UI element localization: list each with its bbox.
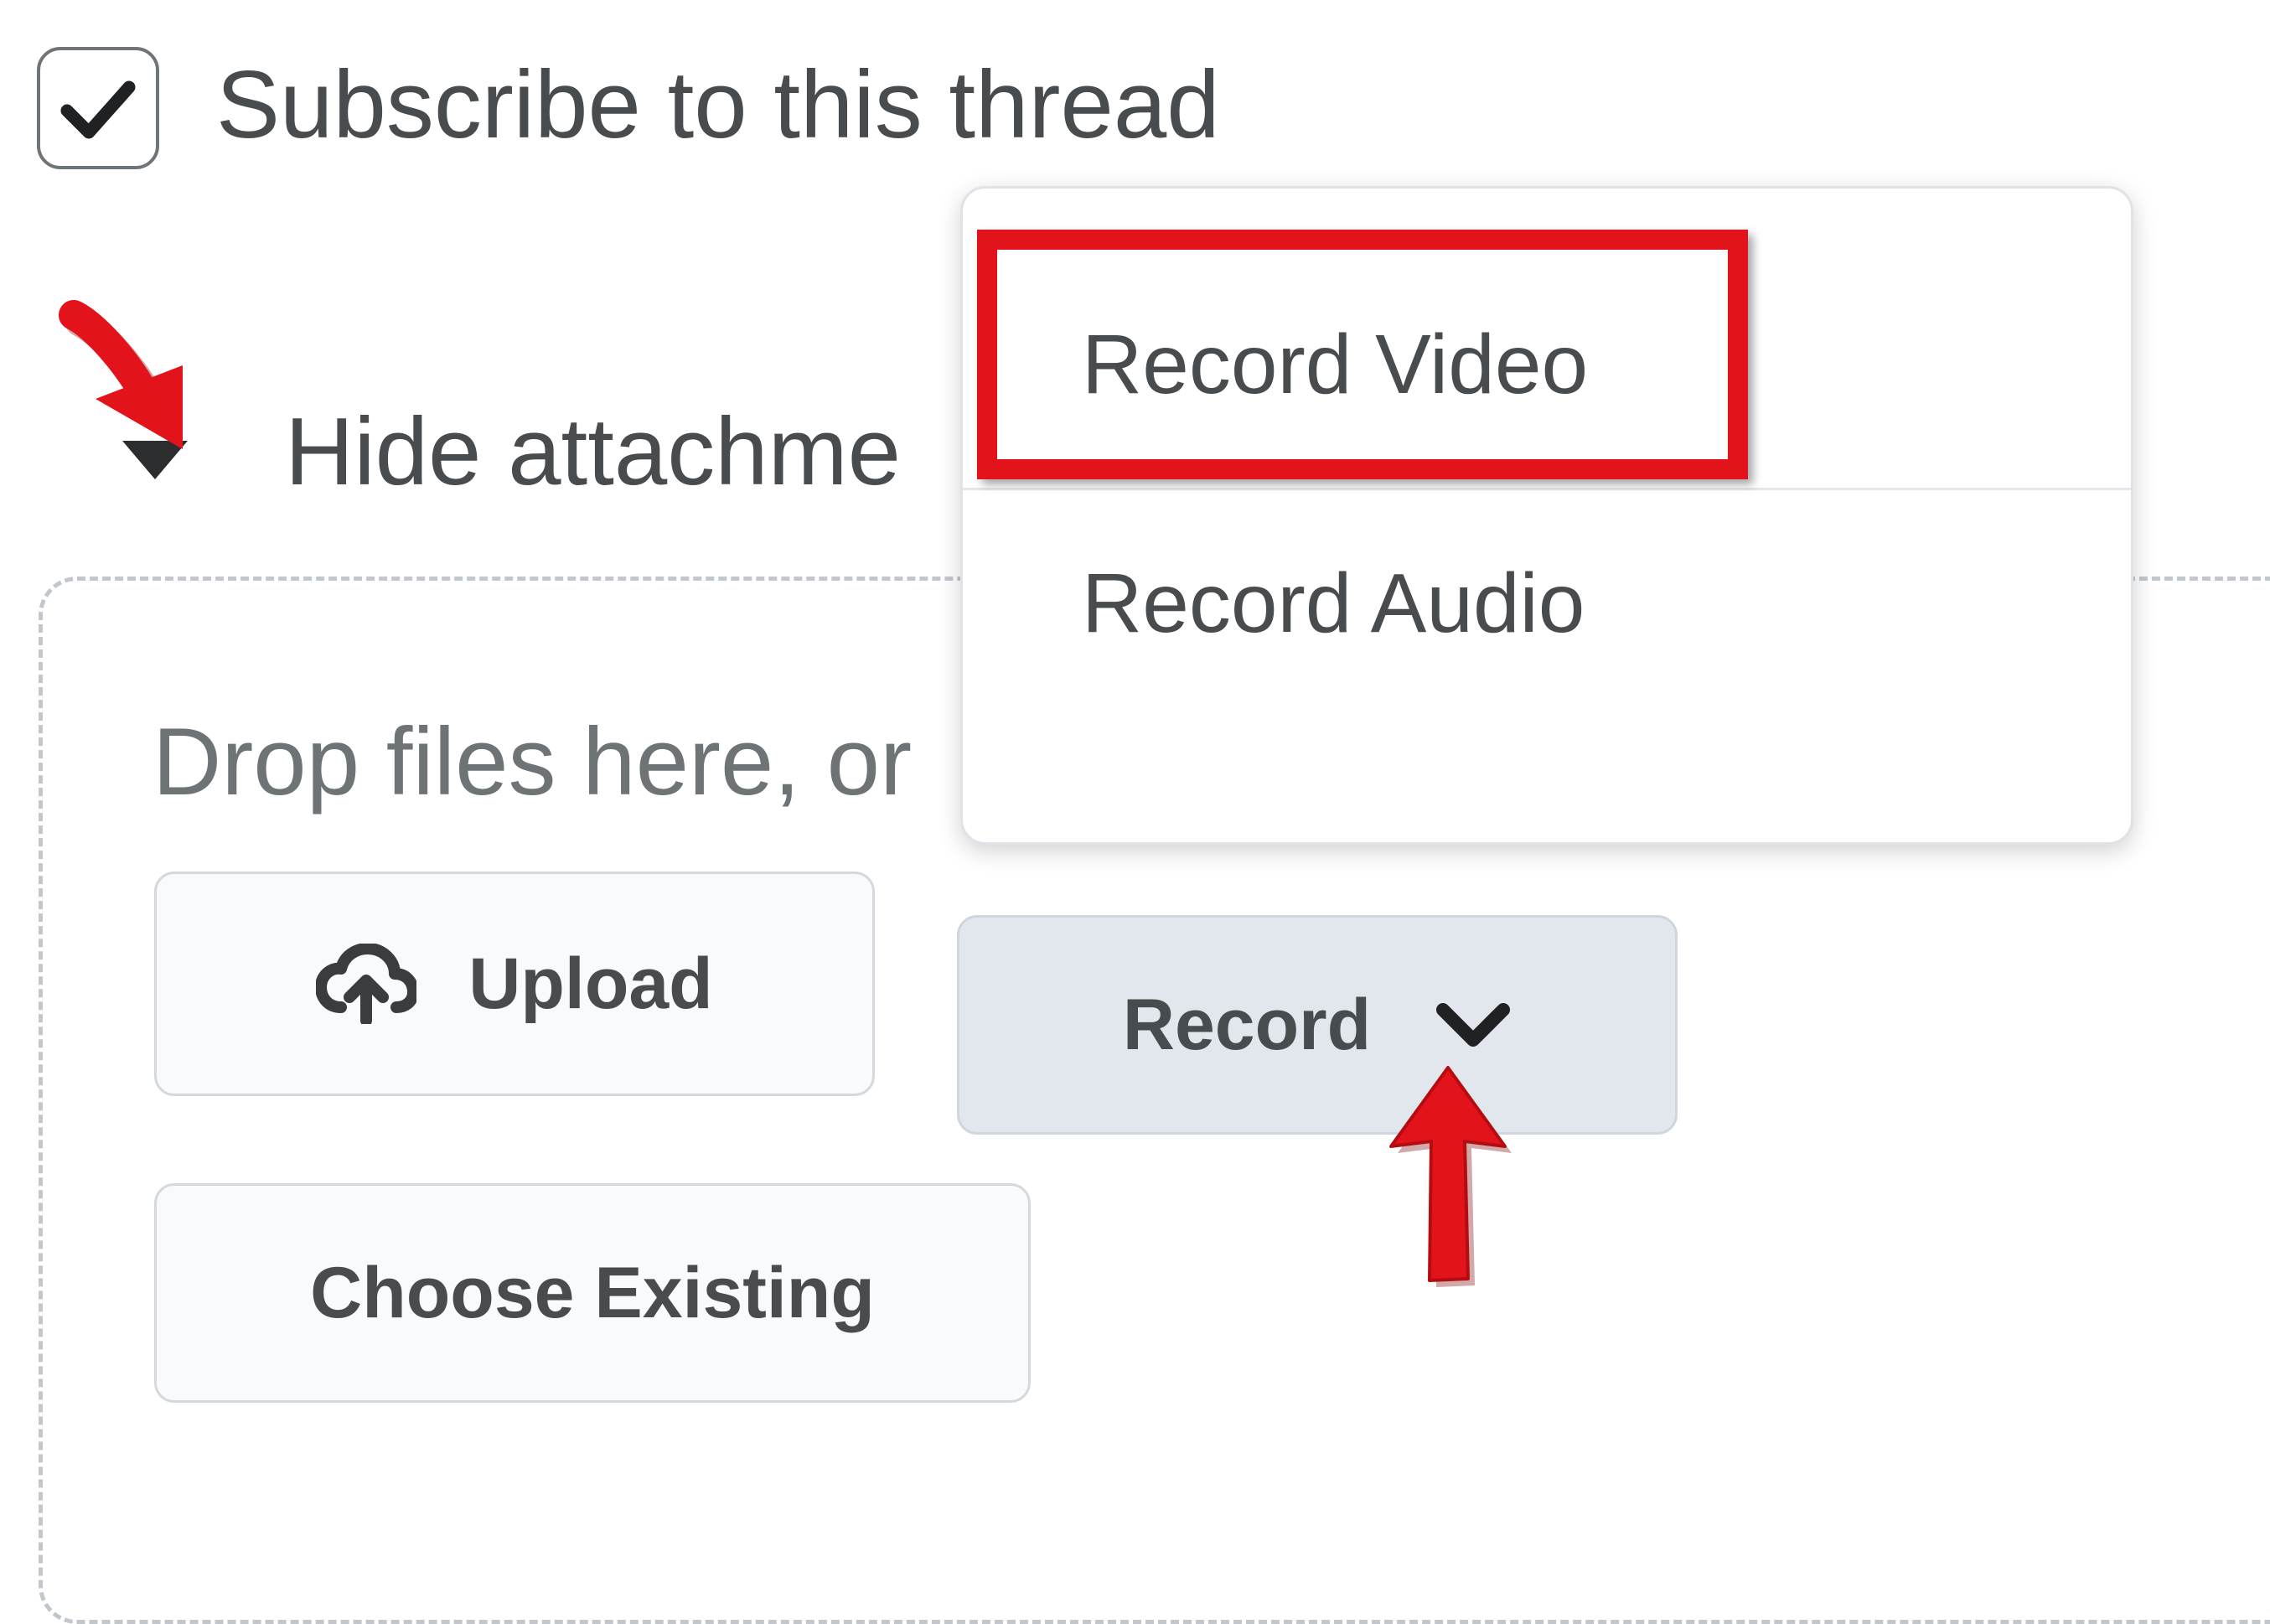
cloud-upload-icon xyxy=(316,944,417,1024)
checkmark-icon xyxy=(60,80,136,139)
drop-hint-text: Drop files here, or xyxy=(153,709,913,815)
choose-existing-button[interactable]: Choose Existing xyxy=(154,1183,1031,1403)
annotation-arrow-icon xyxy=(1389,1066,1512,1287)
subscribe-label: Subscribe to this thread xyxy=(216,52,1220,158)
upload-button[interactable]: Upload xyxy=(154,871,875,1096)
upload-button-label: Upload xyxy=(468,943,713,1024)
choose-existing-label: Choose Existing xyxy=(310,1252,875,1333)
hide-attachments-link[interactable]: Hide attachme xyxy=(285,394,901,511)
chevron-down-icon xyxy=(1435,1001,1512,1048)
attachments-panel: Subscribe to this thread Hide attachme D… xyxy=(0,0,2270,1624)
annotation-arrow-icon xyxy=(59,300,183,449)
record-dropdown-button[interactable]: Record xyxy=(957,915,1678,1135)
record-button-label: Record xyxy=(1122,984,1372,1065)
menu-item-record-audio[interactable]: Record Audio xyxy=(963,507,2131,700)
subscribe-checkbox[interactable] xyxy=(37,47,159,169)
highlight-box-annotation xyxy=(977,230,1748,479)
